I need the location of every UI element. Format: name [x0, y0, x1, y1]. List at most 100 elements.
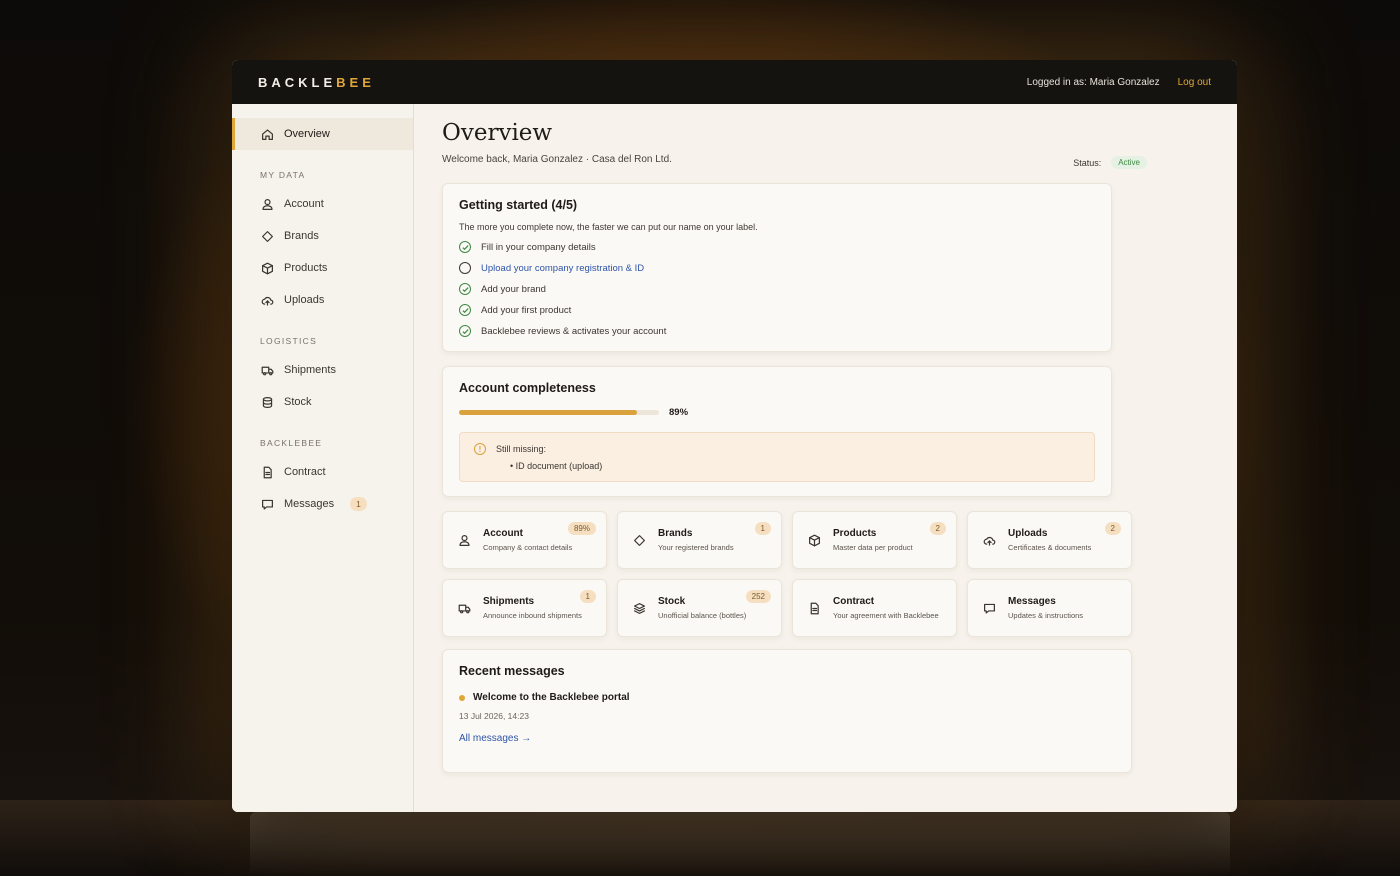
checklist-item[interactable]: Upload your company registration & ID — [459, 262, 1095, 274]
user-area: Logged in as: Maria Gonzalez Log out — [1027, 77, 1211, 88]
tile-title: Shipments — [483, 596, 535, 607]
tile-badge: 2 — [929, 522, 946, 535]
truck-icon — [455, 599, 473, 617]
info-icon: ! — [474, 443, 486, 455]
tile-uploads[interactable]: Uploads Certificates & documents 2 — [967, 511, 1132, 569]
tile-products[interactable]: Products Master data per product 2 — [792, 511, 957, 569]
tile-badge: 89% — [567, 522, 596, 535]
shortcut-tiles: Account Company & contact details 89% Bra… — [442, 511, 1132, 637]
sidebar-item-overview[interactable]: Overview — [232, 118, 413, 150]
sidebar-item-label: Stock — [284, 396, 312, 408]
box-icon — [260, 261, 274, 275]
account-status: Status: Active — [1073, 156, 1147, 169]
account-completeness-card: Account completeness 89% ! Still missing… — [442, 366, 1112, 497]
tile-account[interactable]: Account Company & contact details 89% — [442, 511, 607, 569]
checklist-item: Add your brand — [459, 283, 1095, 295]
tile-subtitle: Announce inbound shipments — [483, 611, 582, 620]
check-circle-icon — [459, 304, 471, 316]
getting-started-title: Getting started (4/5) — [459, 198, 578, 212]
tile-brands[interactable]: Brands Your registered brands 1 — [617, 511, 782, 569]
tile-badge: 2 — [1104, 522, 1121, 535]
message-title: Welcome to the Backlebee portal — [473, 692, 630, 703]
tile-badge: 252 — [745, 590, 771, 603]
user-icon — [455, 531, 473, 549]
layers-icon — [630, 599, 648, 617]
unread-dot-icon — [459, 694, 465, 701]
database-icon — [260, 395, 274, 409]
checklist-item: Fill in your company details — [459, 241, 1095, 253]
page-title: Overview — [442, 120, 553, 146]
tile-title: Uploads — [1008, 528, 1048, 539]
tile-subtitle: Updates & instructions — [1008, 611, 1084, 620]
top-bar: BACKLEBEE Logged in as: Maria Gonzalez L… — [232, 60, 1237, 104]
logged-in-label: Logged in as: Maria Gonzalez — [1026, 76, 1160, 88]
sidebar-item-label: Contract — [284, 466, 326, 478]
progress-fill — [459, 410, 637, 415]
sidebar-item-products[interactable]: Products — [232, 252, 413, 284]
chat-icon — [980, 599, 998, 617]
tile-shipments[interactable]: Shipments Announce inbound shipments 1 — [442, 579, 607, 637]
chat-icon — [260, 497, 274, 511]
tile-stock[interactable]: Stock Unofficial balance (bottles) 252 — [617, 579, 782, 637]
sidebar-section-logistics: LOGISTICS — [260, 336, 318, 346]
completeness-progress: 89% — [459, 407, 1095, 418]
message-item[interactable]: Welcome to the Backlebee portal — [459, 692, 1115, 703]
logo-accent: BEE — [336, 74, 375, 90]
box-icon — [805, 531, 823, 549]
sidebar-item-contract[interactable]: Contract — [232, 456, 413, 488]
tile-title: Account — [483, 528, 523, 539]
tile-title: Messages — [1008, 596, 1056, 607]
document-icon — [260, 465, 274, 479]
message-date: 13 Jul 2026, 14:23 — [459, 711, 529, 721]
tile-title: Products — [833, 528, 877, 539]
cloud-upload-icon — [980, 531, 998, 549]
sidebar-item-brands[interactable]: Brands — [232, 220, 413, 252]
tile-subtitle: Company & contact details — [483, 543, 573, 552]
completeness-title: Account completeness — [459, 381, 596, 395]
sidebar-item-label: Brands — [284, 230, 319, 242]
sidebar-item-label: Uploads — [284, 294, 325, 306]
checklist-item: Backlebee reviews & activates your accou… — [459, 325, 1095, 337]
tile-badge: 1 — [579, 590, 596, 603]
user-icon — [260, 197, 274, 211]
main-content: Overview Welcome back, Maria Gonzalez · … — [414, 104, 1237, 812]
tile-messages[interactable]: Messages Updates & instructions — [967, 579, 1132, 637]
sidebar-item-uploads[interactable]: Uploads — [232, 284, 413, 316]
sidebar-item-label: Shipments — [284, 364, 336, 376]
tile-title: Stock — [658, 596, 686, 607]
check-circle-icon — [459, 325, 471, 337]
recent-messages-title: Recent messages — [459, 664, 565, 678]
tile-subtitle: Unofficial balance (bottles) — [658, 611, 747, 620]
tile-title: Contract — [833, 596, 875, 607]
checklist-item: Add your first product — [459, 304, 1095, 316]
recent-messages-card: Recent messages Welcome to the Backlebee… — [442, 649, 1132, 773]
cloud-upload-icon — [260, 293, 274, 307]
missing-title: Still missing: — [496, 444, 547, 454]
progress-percent: 89% — [669, 407, 689, 418]
app-window: BACKLEBEE Logged in as: Maria Gonzalez L… — [232, 60, 1237, 812]
sidebar-item-shipments[interactable]: Shipments — [232, 354, 413, 386]
all-messages-link[interactable]: All messages → — [459, 733, 531, 744]
sidebar-item-label: Products — [284, 262, 328, 274]
tile-subtitle: Certificates & documents — [1008, 543, 1092, 552]
missing-item-text: ID document (upload) — [515, 461, 603, 471]
check-circle-icon — [459, 241, 471, 253]
sidebar-item-account[interactable]: Account — [232, 188, 413, 220]
getting-started-card: Getting started (4/5) The more you compl… — [442, 183, 1112, 352]
logo-text: BACKLE — [258, 74, 337, 90]
sidebar-item-stock[interactable]: Stock — [232, 386, 413, 418]
sidebar-item-messages[interactable]: Messages 1 — [232, 488, 413, 520]
logout-link[interactable]: Log out — [1178, 77, 1211, 88]
checklist-label: Add your brand — [481, 283, 546, 295]
checklist: Fill in your company details Upload your… — [459, 241, 1095, 337]
status-label: Status: — [1073, 157, 1102, 168]
tile-subtitle: Master data per product — [833, 543, 913, 552]
status-badge: Active — [1111, 156, 1147, 169]
tile-badge: 1 — [754, 522, 771, 535]
sidebar-section-my-data: MY DATA — [260, 170, 306, 180]
logo[interactable]: BACKLEBEE — [258, 75, 375, 90]
sidebar-item-label: Messages — [284, 498, 335, 510]
upload-registration-link[interactable]: Upload your company registration & ID — [481, 263, 644, 274]
missing-alert: ! Still missing: • ID document (upload) — [459, 432, 1095, 482]
tile-contract[interactable]: Contract Your agreement with Backlebee — [792, 579, 957, 637]
